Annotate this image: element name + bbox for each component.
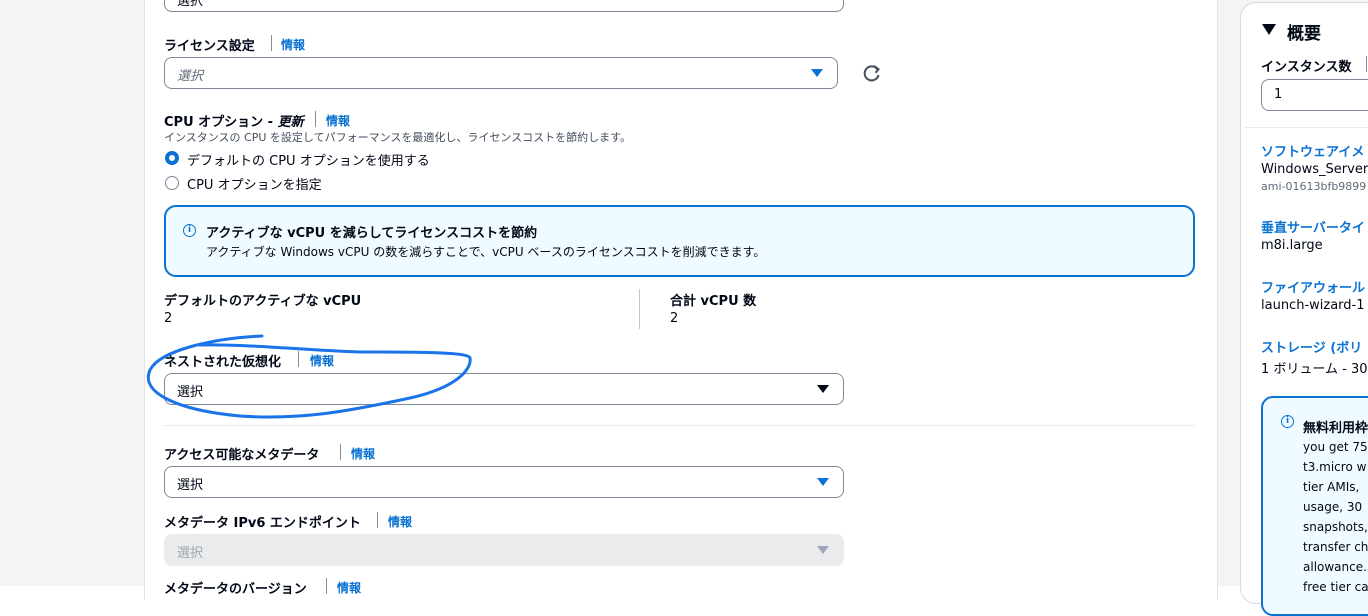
info-icon: i: [1281, 415, 1294, 428]
software-image-value: Windows_Server-: [1261, 162, 1368, 177]
section-divider: [1245, 127, 1368, 128]
cpu-options-label: CPU オプション - 更新: [164, 115, 304, 130]
chevron-down-icon: [811, 69, 823, 77]
summary-title[interactable]: 概要: [1287, 19, 1321, 44]
metadata-version-label: メタデータのバージョン: [164, 582, 307, 597]
cpu-default-radio[interactable]: [165, 151, 179, 165]
license-label: ライセンス設定: [164, 39, 255, 54]
refresh-icon[interactable]: [862, 63, 882, 83]
metadata-accessible-info-link[interactable]: 情報: [351, 445, 375, 462]
default-vcpu-value: 2: [164, 311, 173, 326]
nested-virtualization-label: ネストされた仮想化: [164, 355, 282, 370]
total-vcpu-value: 2: [670, 311, 679, 326]
separator: [340, 444, 341, 460]
metadata-ipv6-select: 選択: [164, 534, 844, 566]
metadata-accessible-select[interactable]: 選択: [164, 466, 844, 498]
separator: [377, 512, 378, 528]
storage-value: 1 ボリューム - 30: [1261, 362, 1368, 377]
separator: [326, 578, 327, 594]
alert-title: アクティブな vCPU を減らしてライセンスコストを節約: [206, 226, 538, 241]
license-select-placeholder: 選択: [177, 69, 204, 84]
cpu-options-info-link[interactable]: 情報: [326, 112, 350, 129]
nested-virtualization-select[interactable]: 選択: [164, 373, 844, 405]
free-tier-line: snapshots,: [1303, 520, 1368, 534]
software-image-id: ami-01613bfb9899: [1261, 180, 1367, 193]
default-vcpu-label: デフォルトのアクティブな vCPU: [164, 294, 362, 309]
license-info-link[interactable]: 情報: [281, 36, 305, 53]
free-tier-line: tier AMIs,: [1303, 480, 1360, 494]
free-tier-text: you get 75 t3.micro w tier AMIs, usage, …: [1303, 437, 1368, 597]
chevron-down-icon: [817, 478, 829, 486]
firewall-link[interactable]: ファイアウォール: [1261, 277, 1365, 296]
chevron-down-icon: [817, 546, 829, 554]
cpu-default-option-label[interactable]: デフォルトの CPU オプションを使用する: [187, 150, 430, 169]
free-tier-line: usage, 30: [1303, 500, 1363, 514]
server-type-value: m8i.large: [1261, 238, 1323, 253]
instance-count-value: 1: [1274, 87, 1283, 102]
cpu-options-description: インスタンスの CPU を設定してパフォーマンスを最適化し、ライセンスコストを節…: [164, 131, 632, 144]
separator: [315, 111, 316, 127]
column-divider: [639, 289, 640, 329]
alert-body: アクティブな Windows vCPU の数を減らすことで、vCPU ベースのラ…: [206, 245, 766, 259]
chevron-down-icon: [817, 385, 829, 393]
free-tier-line: allowance.: [1303, 560, 1367, 574]
storage-link[interactable]: ストレージ (ボリ: [1261, 337, 1362, 356]
info-icon: i: [183, 224, 196, 237]
separator: [271, 35, 272, 51]
separator: [298, 351, 299, 367]
cpu-specify-radio[interactable]: [165, 176, 179, 190]
nested-virtualization-info-link[interactable]: 情報: [310, 352, 334, 369]
top-select-value: 選択: [177, 0, 204, 9]
free-tier-line: transfer ch: [1303, 540, 1368, 554]
section-divider: [164, 425, 1195, 426]
total-vcpu-label: 合計 vCPU 数: [670, 294, 757, 309]
top-select[interactable]: 選択: [164, 0, 844, 12]
cpu-specify-option-label[interactable]: CPU オプションを指定: [187, 174, 322, 193]
nested-virtualization-value: 選択: [177, 385, 204, 400]
free-tier-title: 無料利用枠: [1303, 421, 1368, 436]
software-image-link[interactable]: ソフトウェアイメ: [1261, 141, 1364, 160]
metadata-accessible-value: 選択: [177, 478, 204, 493]
free-tier-line: free tier ca: [1303, 580, 1368, 594]
metadata-ipv6-label: メタデータ IPv6 エンドポイント: [164, 516, 361, 531]
free-tier-line: t3.micro w: [1303, 460, 1367, 474]
free-tier-info-box: i 無料利用枠 you get 75 t3.micro w tier AMIs,…: [1261, 396, 1368, 616]
instance-count-label: インスタンス数: [1261, 60, 1352, 75]
metadata-accessible-label: アクセス可能なメタデータ: [164, 448, 320, 463]
caret-down-icon[interactable]: [1262, 24, 1276, 35]
free-tier-line: you get 75: [1303, 440, 1368, 454]
metadata-ipv6-value: 選択: [177, 546, 204, 561]
metadata-version-info-link[interactable]: 情報: [337, 579, 361, 596]
firewall-value: launch-wizard-1: [1261, 298, 1365, 313]
metadata-ipv6-info-link[interactable]: 情報: [388, 513, 412, 530]
info-alert: i アクティブな vCPU を減らしてライセンスコストを節約 アクティブな Wi…: [164, 205, 1195, 277]
server-type-link[interactable]: 垂直サーバータイ: [1261, 217, 1365, 236]
instance-count-input[interactable]: 1: [1261, 79, 1368, 111]
license-select[interactable]: 選択: [164, 57, 838, 89]
separator: [1366, 56, 1367, 72]
